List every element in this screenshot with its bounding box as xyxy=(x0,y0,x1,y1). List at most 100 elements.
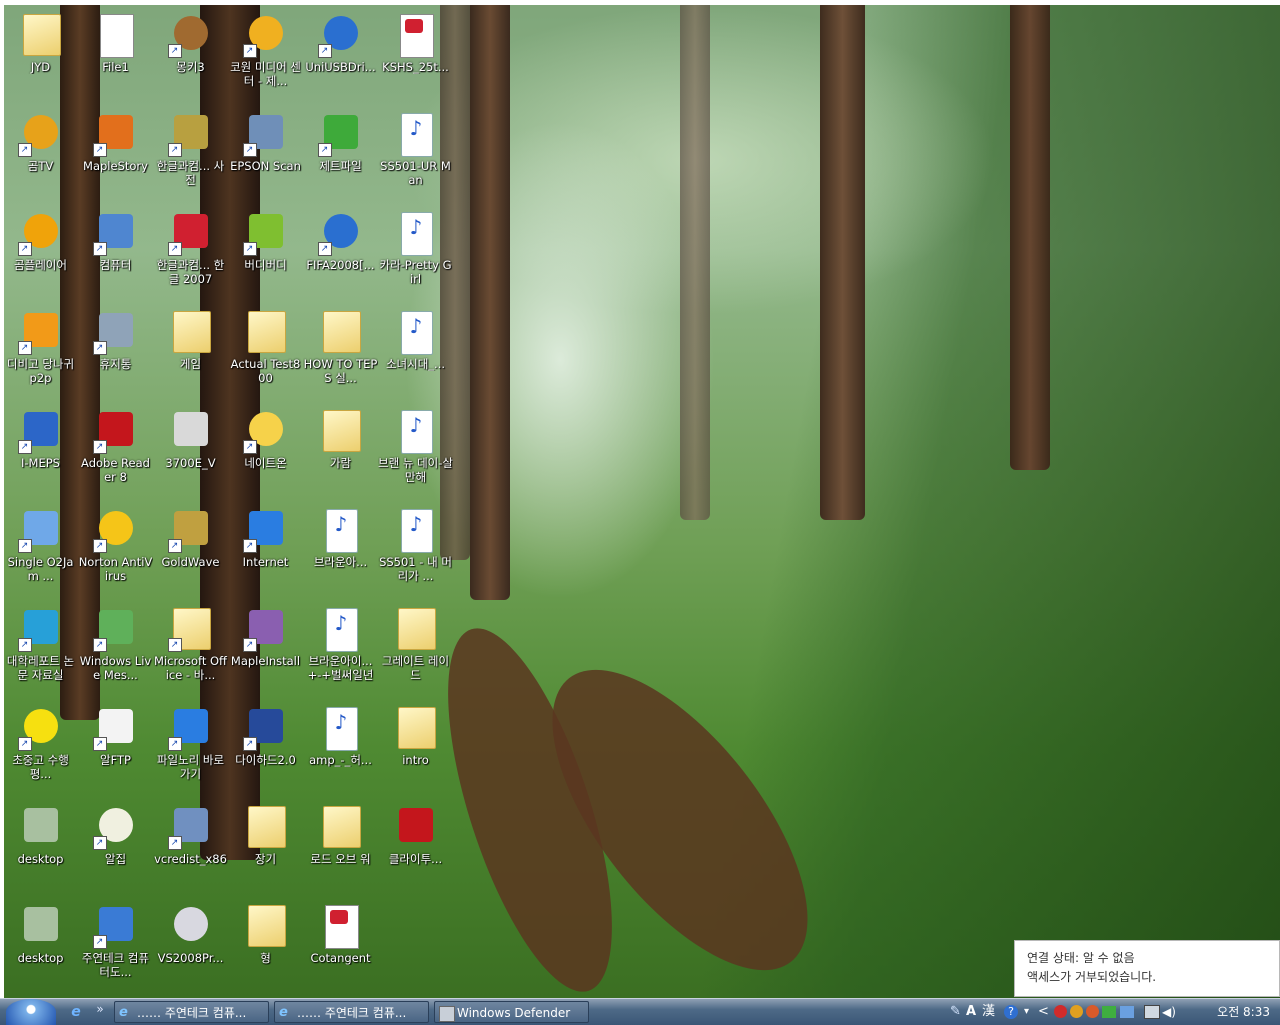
alzip-icon: ↗ xyxy=(92,804,139,850)
desktop-icon[interactable]: 가람 xyxy=(303,402,378,497)
desktop-icon[interactable]: desktop xyxy=(3,798,78,893)
icon-shape xyxy=(23,808,58,842)
desktop-icon[interactable]: ♪ 카라-Pretty Girl xyxy=(378,204,453,299)
desktop-icon[interactable]: ↗ 휴지통 xyxy=(78,303,153,398)
pen-icon[interactable]: ✎ xyxy=(950,1003,961,1021)
desktop-icon[interactable]: ↗ Norton AntiVirus xyxy=(78,501,153,596)
volume-icon[interactable]: ◀) xyxy=(1162,1003,1176,1021)
shortcut-arrow-icon: ↗ xyxy=(92,341,107,355)
network-icon[interactable] xyxy=(1102,1006,1116,1018)
shortcut-arrow-icon: ↗ xyxy=(317,242,332,256)
desktop-icon[interactable]: 장기 xyxy=(228,798,303,893)
desktop-icon[interactable]: ↗ 곰TV xyxy=(3,105,78,200)
start-button[interactable] xyxy=(6,999,56,1025)
desktop-icon[interactable]: ♪ 브라운아이... +-+벌써일년 xyxy=(303,600,378,695)
desktop-icon[interactable]: File1 xyxy=(78,6,153,101)
desktop-icon[interactable]: ↗ 몽키3 xyxy=(153,6,228,101)
desktop-icon[interactable]: ↗ 버디버디 xyxy=(228,204,303,299)
desktop-icon[interactable]: ♪ 브랜 뉴 데이-살만해 xyxy=(378,402,453,497)
desktop-icon[interactable]: ♪ SS501 - 내 머리가 ... xyxy=(378,501,453,596)
help-icon[interactable]: ? xyxy=(1004,1005,1018,1019)
safely-remove-icon[interactable] xyxy=(1144,1005,1160,1019)
desktop-icon[interactable]: ↗ 다이하드2.0 xyxy=(228,699,303,794)
tray-expand-button[interactable]: < xyxy=(1038,1003,1049,1021)
desktop-icon[interactable]: 클라이투... xyxy=(378,798,453,893)
internet-explorer-icon: e xyxy=(119,1005,128,1020)
desktop-icon[interactable]: ↗ Single O2Jam ... xyxy=(3,501,78,596)
desktop-icon[interactable]: JYD xyxy=(3,6,78,101)
desktop-icon-label: 클라이투... xyxy=(388,852,443,866)
desktop-icon[interactable]: 로드 오브 워 xyxy=(303,798,378,893)
desktop-icon[interactable]: KSHS_25t... xyxy=(378,6,453,101)
desktop-icon[interactable]: ↗ GoldWave xyxy=(153,501,228,596)
desktop-icon[interactable]: HOW TO TEPS 실... xyxy=(303,303,378,398)
update-icon[interactable] xyxy=(1070,1005,1083,1018)
cd-icon xyxy=(168,903,214,949)
desktop-icon[interactable]: ↗ 곰플레이어 xyxy=(3,204,78,299)
desktop-icon[interactable]: ↗ 디비고 당나귀 p2p xyxy=(3,303,78,398)
desktop-icon[interactable]: ↗ 네이트온 xyxy=(228,402,303,497)
shortcut-arrow-icon: ↗ xyxy=(92,638,107,652)
shortcut-arrow-icon: ↗ xyxy=(17,539,32,553)
desktop-icon[interactable]: ↗ UniUSBDri... xyxy=(303,6,378,101)
security-alert-icon[interactable] xyxy=(1054,1005,1067,1018)
desktop-icon[interactable]: ↗ vcredist_x86 xyxy=(153,798,228,893)
desktop-icon[interactable]: ↗ Microsoft Office - 바... xyxy=(153,600,228,695)
network-notification-balloon[interactable]: 연결 상태: 알 수 없음 액세스가 거부되었습니다. xyxy=(1014,940,1280,997)
desktop-icon[interactable]: ↗ Adobe Reader 8 xyxy=(78,402,153,497)
desktop-icon[interactable]: ♪ SS501-UR Man xyxy=(378,105,453,200)
clock[interactable]: 오전 8:33 xyxy=(1217,1003,1270,1021)
shortcut-arrow-icon: ↗ xyxy=(167,737,182,751)
desktop-icon[interactable]: intro xyxy=(378,699,453,794)
document-shape xyxy=(324,905,359,949)
shortcut-arrow-icon: ↗ xyxy=(167,143,182,157)
desktop-icon[interactable]: ↗ 한글과컴... 사전 xyxy=(153,105,228,200)
desktop-icon[interactable]: ↗ 파일노리 바로가기 xyxy=(153,699,228,794)
desktop-icon[interactable]: ↗ EPSON Scan xyxy=(228,105,303,200)
desktop-icon[interactable]: ♪ amp_-_허... xyxy=(303,699,378,794)
desktop-icon[interactable]: ↗ 초중고 수행평... xyxy=(3,699,78,794)
shortcut-arrow-icon: ↗ xyxy=(242,44,257,58)
quick-launch-more-button[interactable]: » xyxy=(92,1001,108,1017)
desktop-icon[interactable]: 게임 xyxy=(153,303,228,398)
desktop-icon[interactable]: 그레이트 레이드 xyxy=(378,600,453,695)
desktop-icon[interactable]: ↗ 한글과컴... 한글 2007 xyxy=(153,204,228,299)
zip-icon: ↗ xyxy=(317,12,364,58)
desktop-icon[interactable]: ↗ 코원 미디어 센터 - 제... xyxy=(228,6,303,101)
ime-mode-a[interactable]: A xyxy=(966,1003,976,1021)
taskbar-button-defender[interactable]: Windows Defender xyxy=(434,1001,589,1023)
desktop-icon[interactable]: ♪ 브라운아... xyxy=(303,501,378,596)
desktop-icon[interactable]: Actual Test800 xyxy=(228,303,303,398)
desktop-icon[interactable]: ↗ 알FTP xyxy=(78,699,153,794)
taskbar-button-ie-1[interactable]: e …… 주연테크 컴퓨... xyxy=(114,1001,269,1023)
desktop-icon[interactable]: 형 xyxy=(228,897,303,992)
shortcut-arrow-icon: ↗ xyxy=(242,242,257,256)
folder-shape xyxy=(22,14,61,56)
desktop-icon[interactable]: ↗ Windows Live Mes... xyxy=(78,600,153,695)
desktop-icon[interactable]: ↗ Internet xyxy=(228,501,303,596)
desktop-file-icon xyxy=(18,903,64,949)
desktop-icon[interactable]: ↗ MapleStory xyxy=(78,105,153,200)
desktop-icon[interactable]: ↗ FIFA2008[... xyxy=(303,204,378,299)
desktop-icon-label: 다이하드2.0 xyxy=(235,753,296,767)
desktop-icon[interactable]: ↗ MapleInstall xyxy=(228,600,303,695)
taskbar-button-ie-2[interactable]: e …… 주연테크 컴퓨... xyxy=(274,1001,429,1023)
ime-hanja[interactable]: 漢 xyxy=(982,1003,995,1021)
desktop-icon-label: 알FTP xyxy=(100,753,131,767)
desktop-icon[interactable]: desktop xyxy=(3,897,78,992)
desktop-icon[interactable]: ♪ 소녀시대_... xyxy=(378,303,453,398)
desktop-icon[interactable]: VS2008Pr... xyxy=(153,897,228,992)
messenger-tray-icon[interactable] xyxy=(1120,1006,1134,1018)
desktop-icon[interactable]: ↗ 주연테크 컴퓨터도... xyxy=(78,897,153,992)
ime-options-icon[interactable]: ▾ xyxy=(1024,1003,1029,1021)
app-tray-icon[interactable] xyxy=(1086,1005,1099,1018)
desktop-icon[interactable]: 3700E_V xyxy=(153,402,228,497)
desktop-icon[interactable]: Cotangent xyxy=(303,897,378,992)
desktop-icon[interactable]: ↗ 제트파일 xyxy=(303,105,378,200)
desktop-icon[interactable]: ↗ I-MEPS xyxy=(3,402,78,497)
desktop-icon[interactable]: ↗ 컴퓨터 xyxy=(78,204,153,299)
desktop-icon[interactable]: ↗ 알집 xyxy=(78,798,153,893)
desktop-icon[interactable]: ↗ 대학레포트 논문 자료실 xyxy=(3,600,78,695)
internet-explorer-icon[interactable]: e xyxy=(68,1004,84,1020)
icon-shape xyxy=(23,907,58,941)
